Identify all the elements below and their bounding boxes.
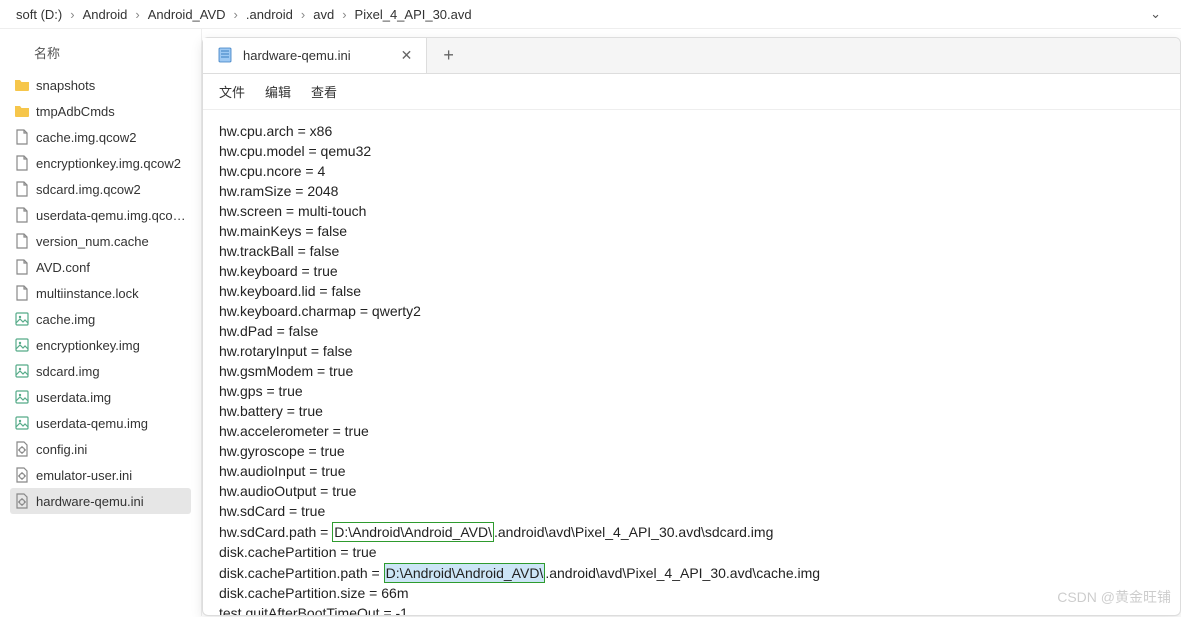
new-tab-button[interactable]: + — [427, 45, 470, 66]
highlight-sdcard-path: D:\Android\Android_AVD\ — [332, 522, 494, 542]
close-icon[interactable]: ✕ — [401, 47, 413, 64]
file-item[interactable]: userdata-qemu.img.qcow2 — [10, 202, 191, 228]
file-item[interactable]: userdata.img — [10, 384, 191, 410]
file-label: tmpAdbCmds — [36, 104, 115, 119]
ini-icon — [14, 467, 30, 483]
img-icon — [14, 363, 30, 379]
file-label: userdata.img — [36, 390, 111, 405]
breadcrumb-item[interactable]: .android — [242, 5, 297, 24]
file-label: emulator-user.ini — [36, 468, 132, 483]
file-icon — [14, 207, 30, 223]
file-item[interactable]: userdata-qemu.img — [10, 410, 191, 436]
file-item[interactable]: snapshots — [10, 72, 191, 98]
file-icon — [14, 155, 30, 171]
file-icon — [14, 233, 30, 249]
ini-icon — [14, 493, 30, 509]
file-icon — [14, 259, 30, 275]
file-label: cache.img.qcow2 — [36, 130, 136, 145]
breadcrumb: soft (D:)›Android›Android_AVD›.android›a… — [0, 0, 1181, 29]
notepad-icon — [217, 47, 233, 63]
file-icon — [14, 181, 30, 197]
file-label: multiinstance.lock — [36, 286, 139, 301]
file-label: snapshots — [36, 78, 95, 93]
file-list: 名称 snapshots tmpAdbCmds cache.img.qcow2 enc… — [0, 29, 202, 616]
file-label: sdcard.img — [36, 364, 100, 379]
highlight-cache-path: D:\Android\Android_AVD\ — [384, 563, 546, 583]
file-label: sdcard.img.qcow2 — [36, 182, 141, 197]
text-line: disk.cachePartition.path = — [219, 565, 384, 581]
file-item[interactable]: AVD.conf — [10, 254, 191, 280]
img-icon — [14, 415, 30, 431]
file-item[interactable]: cache.img — [10, 306, 191, 332]
file-item[interactable]: encryptionkey.img — [10, 332, 191, 358]
menu-bar: 文件 编辑 查看 — [203, 74, 1180, 110]
breadcrumb-item[interactable]: soft (D:) — [12, 5, 66, 24]
file-label: hardware-qemu.ini — [36, 494, 144, 509]
file-icon — [14, 285, 30, 301]
breadcrumb-item[interactable]: Android_AVD — [144, 5, 230, 24]
file-icon — [14, 129, 30, 145]
tab-bar: hardware-qemu.ini ✕ + — [203, 38, 1180, 74]
menu-view[interactable]: 查看 — [311, 82, 337, 101]
text-line: hw.sdCard.path = — [219, 524, 332, 540]
file-label: encryptionkey.img — [36, 338, 140, 353]
file-item[interactable]: emulator-user.ini — [10, 462, 191, 488]
tab-label: hardware-qemu.ini — [243, 48, 351, 63]
file-label: userdata-qemu.img — [36, 416, 148, 431]
img-icon — [14, 389, 30, 405]
img-icon — [14, 337, 30, 353]
file-item[interactable]: config.ini — [10, 436, 191, 462]
text-line: disk.cachePartition.size = 66m — [219, 585, 408, 601]
chevron-right-icon: › — [70, 7, 74, 22]
file-label: config.ini — [36, 442, 87, 457]
text-line: test.quitAfterBootTimeOut = -1 — [219, 605, 408, 615]
file-item[interactable]: hardware-qemu.ini — [10, 488, 191, 514]
tab-hardware-qemu[interactable]: hardware-qemu.ini ✕ — [203, 38, 427, 73]
text-line: disk.cachePartition = true — [219, 544, 377, 560]
chevron-right-icon: › — [342, 7, 346, 22]
breadcrumb-item[interactable]: Pixel_4_API_30.avd — [351, 5, 476, 24]
column-header-name[interactable]: 名称 — [10, 37, 191, 72]
file-label: cache.img — [36, 312, 95, 327]
folder-icon — [14, 77, 30, 93]
file-item[interactable]: cache.img.qcow2 — [10, 124, 191, 150]
file-label: encryptionkey.img.qcow2 — [36, 156, 181, 171]
file-item[interactable]: tmpAdbCmds — [10, 98, 191, 124]
file-label: version_num.cache — [36, 234, 149, 249]
ini-icon — [14, 441, 30, 457]
main: 名称 snapshots tmpAdbCmds cache.img.qcow2 enc… — [0, 29, 1181, 616]
editor-content[interactable]: hw.cpu.arch = x86 hw.cpu.model = qemu32 … — [203, 110, 1180, 615]
file-item[interactable]: multiinstance.lock — [10, 280, 191, 306]
file-item[interactable]: encryptionkey.img.qcow2 — [10, 150, 191, 176]
breadcrumb-item[interactable]: Android — [79, 5, 132, 24]
chevron-down-icon[interactable]: ⌄ — [1142, 6, 1169, 22]
img-icon — [14, 311, 30, 327]
file-item[interactable]: sdcard.img.qcow2 — [10, 176, 191, 202]
file-item[interactable]: sdcard.img — [10, 358, 191, 384]
file-item[interactable]: version_num.cache — [10, 228, 191, 254]
file-label: userdata-qemu.img.qcow2 — [36, 208, 187, 223]
chevron-right-icon: › — [234, 7, 238, 22]
chevron-right-icon: › — [135, 7, 139, 22]
breadcrumb-item[interactable]: avd — [309, 5, 338, 24]
text-editor-window: hardware-qemu.ini ✕ + 文件 编辑 查看 hw.cpu.ar… — [202, 37, 1181, 616]
folder-icon — [14, 103, 30, 119]
menu-edit[interactable]: 编辑 — [265, 82, 291, 101]
menu-file[interactable]: 文件 — [219, 82, 245, 101]
chevron-right-icon: › — [301, 7, 305, 22]
text-line: .android\avd\Pixel_4_API_30.avd\sdcard.i… — [494, 524, 773, 540]
text-line: .android\avd\Pixel_4_API_30.avd\cache.im… — [545, 565, 820, 581]
file-label: AVD.conf — [36, 260, 90, 275]
